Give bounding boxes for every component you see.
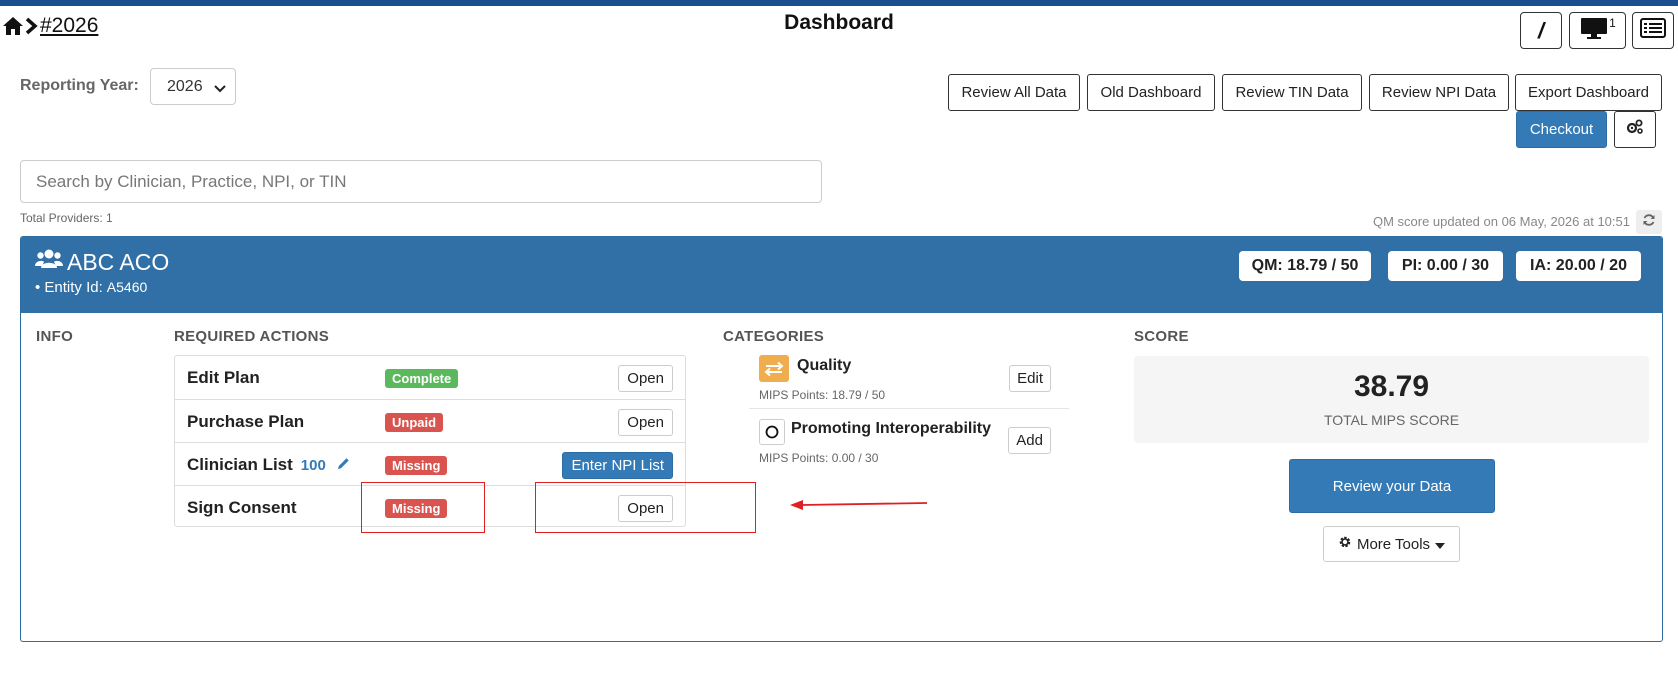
action-name: Clinician List xyxy=(187,455,293,474)
review-your-data-button[interactable]: Review your Data xyxy=(1289,459,1495,513)
action-row-edit-plan: Edit Plan Complete Open xyxy=(175,356,685,399)
gears-icon xyxy=(1626,119,1644,140)
more-tools-button[interactable]: More Tools xyxy=(1323,526,1460,562)
ia-score-badge: IA: 20.00 / 20 xyxy=(1516,251,1641,281)
action-row-clinician-list: Clinician List 100 Missing Enter NPI List xyxy=(175,442,685,485)
page-title: Dashboard xyxy=(784,11,894,34)
review-all-data-button[interactable]: Review All Data xyxy=(948,74,1080,111)
score-heading: SCORE xyxy=(1134,328,1189,345)
category-points: MIPS Points: 18.79 / 50 xyxy=(759,388,886,402)
required-actions-heading: REQUIRED ACTIONS xyxy=(174,328,330,345)
entity-panel: ABC ACO • Entity Id: A5460 QM: 18.79 / 50… xyxy=(20,236,1663,642)
entity-id: • Entity Id: A5460 xyxy=(35,279,147,296)
category-title: Quality xyxy=(797,357,852,374)
edit-plan-open-button[interactable]: Open xyxy=(618,365,673,392)
monitor-tool-button[interactable]: 1 xyxy=(1569,12,1626,49)
gear-icon xyxy=(1333,535,1357,553)
pencil-icon[interactable] xyxy=(337,455,350,474)
enter-npi-list-button[interactable]: Enter NPI List xyxy=(562,452,673,479)
category-points: MIPS Points: 0.00 / 30 xyxy=(759,451,879,465)
action-name: Purchase Plan xyxy=(187,412,305,431)
home-icon[interactable] xyxy=(2,16,24,36)
chevron-right-icon xyxy=(24,17,38,35)
purchase-plan-open-button[interactable]: Open xyxy=(618,409,673,436)
quality-edit-button[interactable]: Edit xyxy=(1009,365,1051,392)
total-mips-score-label: TOTAL MIPS SCORE xyxy=(1323,412,1460,428)
exchange-icon xyxy=(759,355,789,382)
export-dashboard-button[interactable]: Export Dashboard xyxy=(1515,74,1662,111)
annotation-arrow xyxy=(790,500,928,510)
search-input[interactable] xyxy=(20,160,822,203)
slash-tool-button[interactable]: / xyxy=(1520,12,1562,49)
monitor-badge: 1 xyxy=(1609,15,1616,30)
qm-updated-timestamp: QM score updated on 06 May, 2026 at 10:5… xyxy=(1372,214,1630,229)
review-tin-data-button[interactable]: Review TIN Data xyxy=(1222,74,1362,111)
action-name-clinician-list: Clinician List 100 xyxy=(187,455,350,475)
annotation-box-open xyxy=(535,482,756,533)
caret-down-icon xyxy=(1430,536,1450,553)
entity-panel-header: ABC ACO • Entity Id: A5460 QM: 18.79 / 50… xyxy=(21,237,1662,313)
annotation-box-status xyxy=(361,482,485,533)
chevron-down-icon xyxy=(214,81,226,99)
settings-button[interactable] xyxy=(1614,111,1656,148)
action-row-purchase-plan: Purchase Plan Unpaid Open xyxy=(175,399,685,442)
action-name: Sign Consent xyxy=(187,498,297,517)
more-tools-label: More Tools xyxy=(1356,535,1431,553)
monitor-icon xyxy=(1579,16,1609,46)
list-tool-button[interactable] xyxy=(1632,12,1674,49)
status-badge: Complete xyxy=(385,369,459,388)
categories-heading: CATEGORIES xyxy=(723,328,825,345)
old-dashboard-button[interactable]: Old Dashboard xyxy=(1087,74,1215,111)
action-name: Edit Plan xyxy=(187,368,260,387)
reporting-year-select[interactable]: 2026 xyxy=(150,68,236,105)
refresh-button[interactable] xyxy=(1636,210,1662,234)
total-providers-count: Total Providers: 1 xyxy=(20,211,113,225)
entity-id-label: • Entity Id: xyxy=(35,279,103,296)
reporting-year-value: 2026 xyxy=(167,77,203,95)
category-quality: Quality MIPS Points: 18.79 / 50 Edit xyxy=(749,347,1069,409)
circle-icon xyxy=(759,419,785,445)
status-badge: Unpaid xyxy=(385,413,444,432)
pi-score-badge: PI: 0.00 / 30 xyxy=(1388,251,1503,281)
review-npi-data-button[interactable]: Review NPI Data xyxy=(1369,74,1509,111)
category-title: Promoting Interoperability xyxy=(791,420,992,437)
breadcrumb-year-link[interactable]: #2026 xyxy=(40,14,98,38)
list-icon xyxy=(1640,17,1666,44)
status-badge: Missing xyxy=(385,456,448,475)
checkout-button[interactable]: Checkout xyxy=(1516,111,1607,148)
top-accent-bar xyxy=(0,0,1678,6)
reporting-year-label: Reporting Year: xyxy=(20,77,139,94)
info-heading: INFO xyxy=(36,328,74,345)
users-icon xyxy=(35,248,67,276)
entity-name: ABC ACO xyxy=(35,248,169,276)
breadcrumb: #2026 xyxy=(2,14,98,38)
entity-name-text: ABC ACO xyxy=(67,248,170,275)
entity-id-value: A5460 xyxy=(106,279,148,295)
slash-tool-label: / xyxy=(1537,17,1545,43)
total-mips-score-value: 38.79 xyxy=(1353,370,1430,403)
clinician-count: 100 xyxy=(300,457,326,474)
qm-score-badge: QM: 18.79 / 50 xyxy=(1239,251,1371,281)
category-promoting-interoperability: Promoting Interoperability MIPS Points: … xyxy=(749,409,1069,471)
refresh-icon xyxy=(1642,213,1656,232)
total-score-box: 38.79 TOTAL MIPS SCORE xyxy=(1134,356,1649,443)
promoting-interoperability-add-button[interactable]: Add xyxy=(1008,427,1051,454)
